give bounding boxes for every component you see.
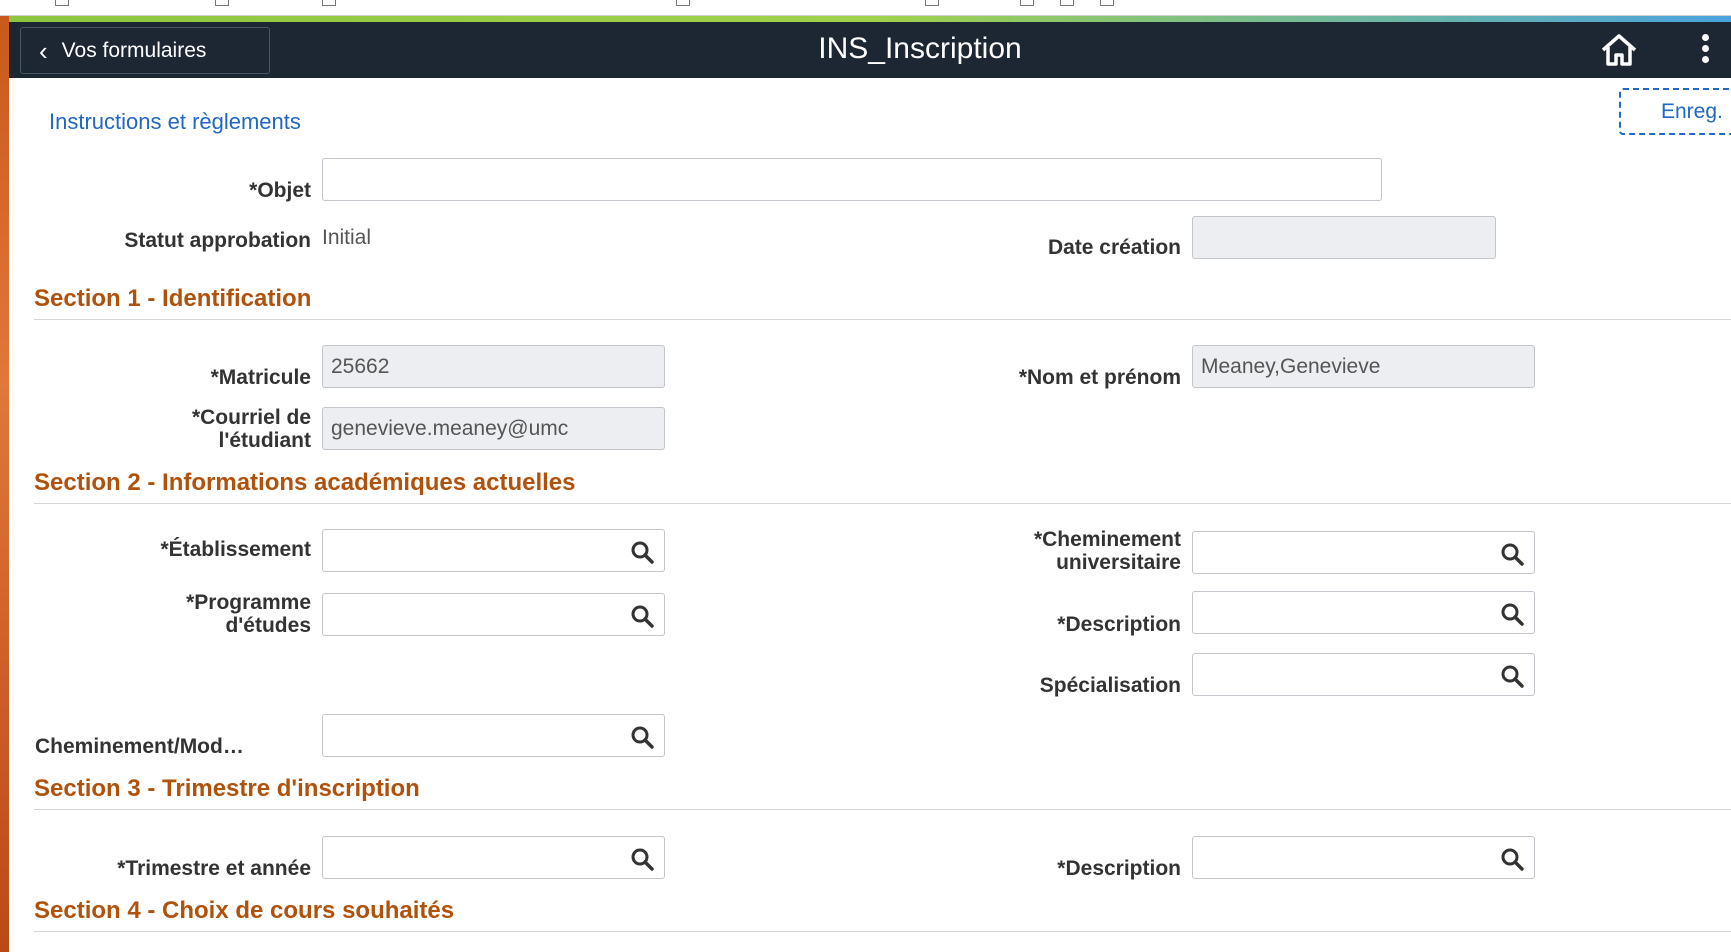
etablissement-label: *Établissement: [160, 538, 311, 561]
bookmark-icon: [322, 0, 336, 6]
bookmark-icon: [676, 0, 690, 6]
trimestre-description-label: *Description: [1057, 857, 1181, 880]
cheminement-mod-label: Cheminement/Mod…: [35, 735, 244, 758]
search-icon[interactable]: [630, 540, 654, 564]
nom-prenom-field: Meaney,Genevieve: [1192, 345, 1535, 388]
programme-etudes-input[interactable]: [322, 593, 665, 636]
trimestre-description-input[interactable]: [1192, 836, 1535, 879]
search-icon[interactable]: [630, 604, 654, 628]
bookmark-icon: [1020, 0, 1034, 6]
date-creation-label: Date création: [1047, 236, 1181, 259]
description-input[interactable]: [1192, 591, 1535, 634]
cheminement-universitaire-label: *Cheminement universitaire: [1033, 528, 1181, 574]
section-1-title: Section 1 - Identification: [34, 285, 1731, 320]
nom-prenom-label: *Nom et prénom: [1018, 366, 1181, 389]
search-icon[interactable]: [1500, 664, 1524, 688]
search-icon[interactable]: [1500, 602, 1524, 626]
etablissement-input[interactable]: [322, 529, 665, 572]
bookmark-icon: [55, 0, 69, 6]
objet-label: *Objet: [249, 179, 311, 202]
search-icon[interactable]: [630, 847, 654, 871]
search-icon[interactable]: [1500, 542, 1524, 566]
courriel-label: *Courriel de l'étudiant: [191, 406, 311, 452]
bookmark-icon: [1100, 0, 1114, 6]
objet-input[interactable]: [322, 158, 1382, 201]
section-4-title: Section 4 - Choix de cours souhaités: [34, 897, 1731, 932]
statut-label: Statut approbation: [124, 229, 311, 252]
app-window: ‹ Vos formulaires INS_Inscription Instru…: [9, 22, 1731, 952]
kebab-menu-icon[interactable]: [1699, 32, 1711, 68]
search-icon[interactable]: [630, 725, 654, 749]
bookmark-icon: [215, 0, 229, 6]
cheminement-universitaire-input[interactable]: [1192, 531, 1535, 574]
date-creation-field: [1192, 216, 1496, 259]
save-button[interactable]: Enreg.: [1619, 88, 1731, 135]
statut-value: Initial: [322, 226, 372, 249]
section-3-title: Section 3 - Trimestre d'inscription: [34, 775, 1731, 810]
top-header: ‹ Vos formulaires INS_Inscription: [9, 22, 1731, 78]
description-label: *Description: [1057, 613, 1181, 636]
courriel-field: genevieve.meaney@umc: [322, 407, 665, 450]
home-icon[interactable]: [1599, 32, 1639, 68]
window-edge: [0, 0, 9, 952]
specialisation-input[interactable]: [1192, 653, 1535, 696]
bookmark-icon: [1060, 0, 1074, 6]
section-2-title: Section 2 - Informations académiques act…: [34, 469, 1731, 504]
trimestre-annee-label: *Trimestre et année: [117, 857, 311, 880]
bookmark-icon: [925, 0, 939, 6]
specialisation-label: Spécialisation: [1039, 674, 1181, 697]
instructions-link[interactable]: Instructions et règlements: [49, 109, 301, 135]
search-icon[interactable]: [1500, 847, 1524, 871]
cheminement-mod-input[interactable]: [322, 714, 665, 757]
trimestre-annee-input[interactable]: [322, 836, 665, 879]
programme-etudes-label: *Programme d'études: [186, 591, 311, 637]
page-title: INS_Inscription: [818, 32, 1022, 65]
browser-bookmarks-strip: [0, 0, 1731, 16]
matricule-field: 25662: [322, 345, 665, 388]
matricule-label: *Matricule: [210, 366, 311, 389]
